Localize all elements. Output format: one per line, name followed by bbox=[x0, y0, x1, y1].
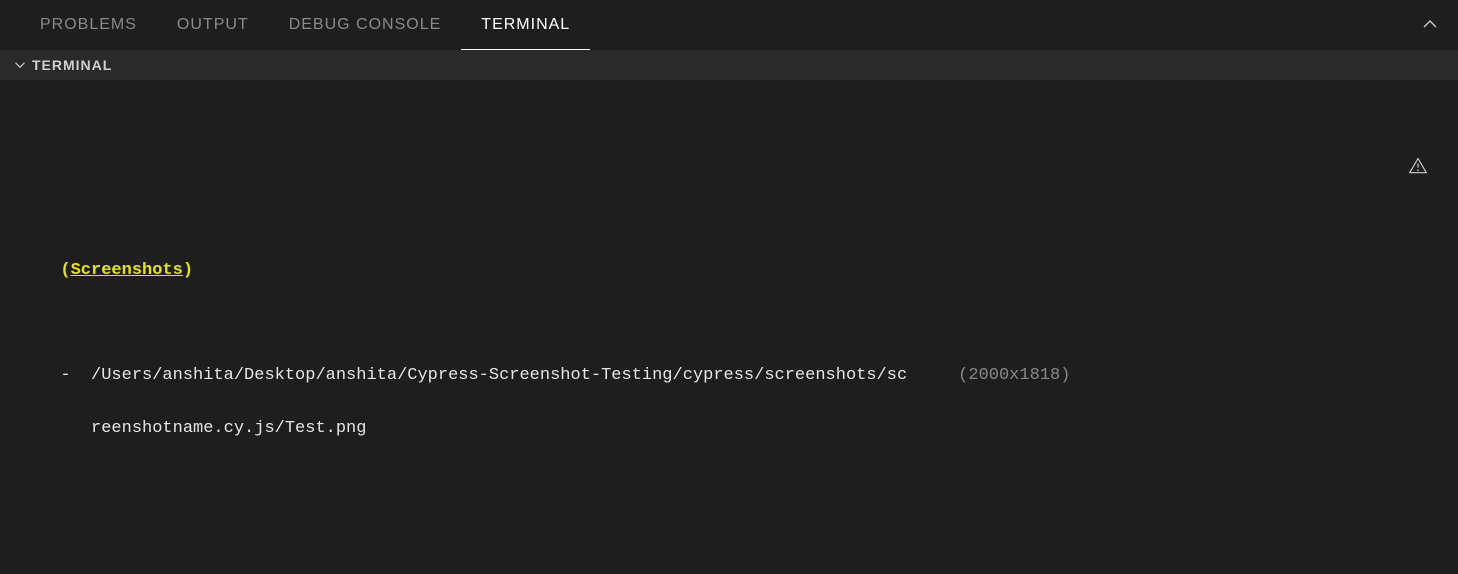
panel-tabs: PROBLEMS OUTPUT DEBUG CONSOLE TERMINAL bbox=[0, 0, 1458, 50]
chevron-down-icon bbox=[14, 59, 26, 71]
tab-output[interactable]: OUTPUT bbox=[157, 0, 269, 50]
section-title: TERMINAL bbox=[32, 57, 112, 73]
panel-maximize-icon[interactable] bbox=[1422, 17, 1438, 33]
terminal-output[interactable]: (Screenshots) - /Users/anshita/Desktop/a… bbox=[0, 80, 1458, 574]
warning-icon[interactable] bbox=[1367, 130, 1428, 213]
terminal-section-header[interactable]: TERMINAL bbox=[0, 50, 1458, 80]
tab-debug-console[interactable]: DEBUG CONSOLE bbox=[269, 0, 462, 50]
screenshot-entry: - /Users/anshita/Desktop/anshita/Cypress… bbox=[40, 363, 1418, 389]
screenshot-entry-line2: reenshotname.cy.js/Test.png bbox=[40, 416, 1418, 442]
screenshots-heading: (Screenshots) bbox=[40, 258, 1418, 284]
tab-problems[interactable]: PROBLEMS bbox=[20, 0, 157, 50]
tab-terminal[interactable]: TERMINAL bbox=[461, 0, 590, 50]
